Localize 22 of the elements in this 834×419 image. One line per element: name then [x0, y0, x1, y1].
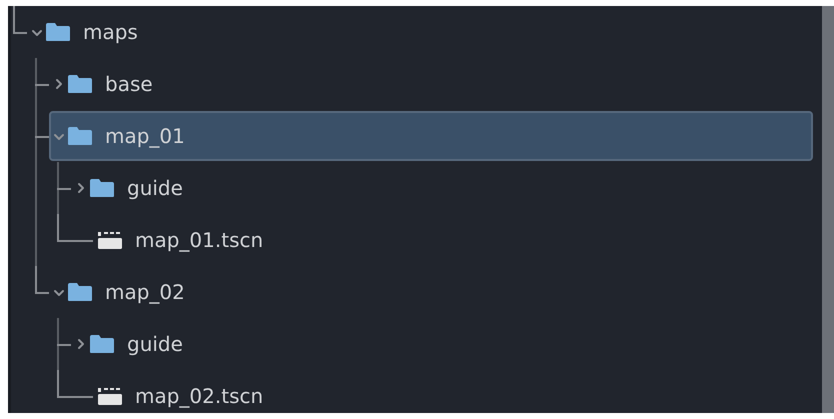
tree-item[interactable]: maps — [27, 7, 148, 57]
clapperboard-icon — [97, 386, 123, 406]
folder-icon — [89, 178, 115, 198]
tree-item[interactable]: map_01.tscn — [93, 215, 274, 265]
tree-item[interactable]: map_02 — [49, 267, 195, 317]
scrollbar[interactable] — [822, 6, 834, 413]
chevron-icon — [75, 338, 87, 350]
clapperboard-icon — [97, 230, 123, 250]
tree-connector-line — [35, 110, 49, 162]
folder-icon — [67, 282, 93, 302]
tree-item[interactable]: map_02.tscn — [93, 371, 274, 413]
folder-icon — [89, 334, 115, 354]
folder-icon — [45, 22, 71, 42]
folder-icon — [67, 126, 93, 146]
chevron-icon — [53, 78, 65, 90]
tree-item[interactable]: base — [49, 59, 163, 109]
tree-item[interactable]: guide — [71, 163, 193, 213]
tree-item[interactable]: guide — [71, 319, 193, 369]
tree-connector-line — [35, 58, 49, 110]
chevron-icon — [75, 182, 87, 194]
tree-item[interactable]: map_01 — [49, 111, 813, 161]
folder-icon — [67, 74, 93, 94]
